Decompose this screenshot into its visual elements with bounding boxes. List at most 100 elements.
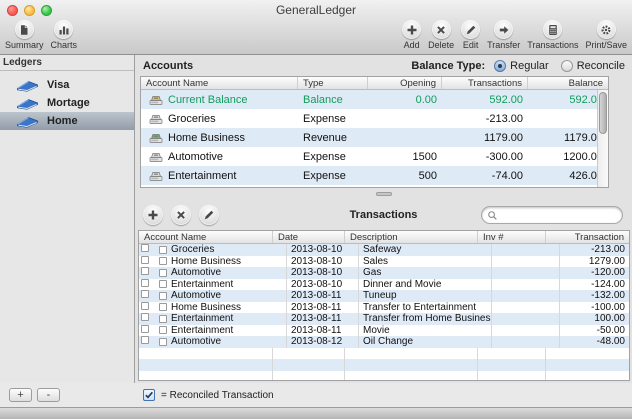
transaction-checkbox[interactable] <box>159 280 167 288</box>
accounts-column-header[interactable]: Account Name <box>141 77 298 89</box>
edit-transaction-button[interactable] <box>199 205 219 225</box>
toolbar-button-delete[interactable]: Delete <box>426 20 456 50</box>
transaction-empty-row <box>139 348 629 360</box>
toolbar-button-print-save[interactable]: Print/Save <box>583 20 629 50</box>
transaction-checkbox[interactable] <box>159 315 167 323</box>
transactions-table-header: Account NameDateDescriptionInv #Transact… <box>139 231 629 244</box>
toolbar-button-add[interactable]: Add <box>400 20 423 50</box>
accounts-table: Account NameTypeOpeningTransactionsBalan… <box>140 76 609 188</box>
transaction-account-text: Automotive <box>171 267 221 278</box>
toolbar-button-summary[interactable]: Summary <box>3 20 46 50</box>
account-row[interactable]: Current BalanceBalance0.00592.00592.00 <box>141 90 608 109</box>
radio-button-selected[interactable] <box>494 60 506 72</box>
calculator-icon <box>547 24 559 36</box>
titlebar: GeneralLedger <box>0 0 632 20</box>
transaction-row[interactable]: Entertainment2013-08-11Movie-50.00 <box>139 325 629 337</box>
sidebar-item-mortage[interactable]: Mortage <box>0 94 134 112</box>
toolbar-button-charts[interactable]: Charts <box>49 20 80 50</box>
account-cell: Groceries <box>153 244 287 256</box>
toolbar-button-label: Add <box>404 40 420 50</box>
toolbar-button-edit[interactable]: Edit <box>459 20 482 50</box>
date-cell: 2013-08-10 <box>287 244 359 256</box>
transaction-checkbox[interactable] <box>159 338 167 346</box>
sidebar-item-label: Mortage <box>47 97 90 109</box>
panel-splitter[interactable] <box>135 188 632 200</box>
transaction-row[interactable]: Automotive2013-08-11Tuneup-132.00 <box>139 290 629 302</box>
transaction-row[interactable]: Automotive2013-08-10Gas-120.00 <box>139 267 629 279</box>
transaction-checkbox[interactable] <box>141 279 149 287</box>
close-window-button[interactable] <box>7 5 18 16</box>
transaction-account-text: Automotive <box>171 290 221 301</box>
transaction-row[interactable]: Groceries2013-08-10Safeway-213.00 <box>139 244 629 256</box>
transaction-checkbox[interactable] <box>141 313 149 321</box>
search-field[interactable] <box>482 207 622 223</box>
transaction-row[interactable]: Home Business2013-08-11Transfer to Enter… <box>139 302 629 314</box>
account-cell: Entertainment <box>153 325 287 337</box>
sidebar-item-list: Visa Mortage Home <box>0 76 134 130</box>
transaction-checkbox[interactable] <box>141 267 149 275</box>
transaction-row[interactable]: Entertainment2013-08-11Transfer from Hom… <box>139 313 629 325</box>
transaction-row[interactable]: Entertainment2013-08-10Dinner and Movie-… <box>139 279 629 291</box>
transaction-account-text: Groceries <box>171 244 214 255</box>
accounts-scrollbar-thumb[interactable] <box>599 92 607 134</box>
date-cell: 2013-08-10 <box>287 256 359 268</box>
toolbar-button-label: Transactions <box>527 40 578 50</box>
sidebar-item-visa[interactable]: Visa <box>0 76 134 94</box>
amount-cell: -132.00 <box>560 290 629 302</box>
gear-icon <box>600 24 612 36</box>
transaction-row[interactable]: Automotive2013-08-12Oil Change-48.00 <box>139 336 629 348</box>
transactions-column-header[interactable]: Inv # <box>478 231 546 243</box>
account-row[interactable]: AutomotiveExpense1500-300.001200.00 <box>141 147 608 166</box>
transaction-checkbox[interactable] <box>159 292 167 300</box>
description-cell: Transfer from Home Business <box>359 313 492 325</box>
add-transaction-button[interactable] <box>143 205 163 225</box>
zoom-window-button[interactable] <box>41 5 52 16</box>
transaction-checkbox[interactable] <box>141 302 149 310</box>
toolbar-button-transfer[interactable]: Transfer <box>485 20 522 50</box>
account-register-icon <box>148 150 164 163</box>
transaction-checkbox[interactable] <box>159 303 167 311</box>
ledger-book-icon <box>16 97 40 110</box>
search-input[interactable] <box>501 209 617 222</box>
radio-button[interactable] <box>561 60 573 72</box>
splitter-grip-icon[interactable] <box>376 192 392 196</box>
delete-transaction-button[interactable] <box>171 205 191 225</box>
transactions-table-body: Groceries2013-08-10Safeway-213.00Home Bu… <box>139 244 629 380</box>
balance-type-option-reconcile[interactable]: Reconcile <box>561 60 625 72</box>
transactions-column-header[interactable]: Date <box>273 231 345 243</box>
transactions-column-header[interactable]: Description <box>345 231 478 243</box>
transaction-row[interactable]: Home Business2013-08-10Sales1279.00 <box>139 256 629 268</box>
transaction-checkbox[interactable] <box>159 326 167 334</box>
transaction-checkbox[interactable] <box>159 246 167 254</box>
remove-ledger-button[interactable]: - <box>37 388 60 402</box>
transaction-checkbox[interactable] <box>141 244 149 252</box>
minimize-window-button[interactable] <box>24 5 35 16</box>
transaction-checkbox[interactable] <box>159 269 167 277</box>
reconciled-checkbox[interactable] <box>143 389 155 401</box>
transactions-cell: 1179.00 <box>442 132 528 144</box>
transactions-column-header[interactable]: Transaction <box>546 231 629 243</box>
transaction-checkbox[interactable] <box>141 290 149 298</box>
account-name-text: Current Balance <box>168 94 248 106</box>
accounts-column-header[interactable]: Opening <box>368 77 442 89</box>
delete-x-icon <box>175 209 187 221</box>
transaction-checkbox[interactable] <box>141 325 149 333</box>
accounts-column-header[interactable]: Transactions <box>442 77 528 89</box>
transaction-checkbox[interactable] <box>141 336 149 344</box>
sidebar-item-home[interactable]: Home <box>0 112 134 130</box>
transaction-checkbox[interactable] <box>141 256 149 264</box>
account-row[interactable]: EntertainmentExpense500-74.00426.00 <box>141 166 608 185</box>
add-ledger-button[interactable]: + <box>9 388 32 402</box>
balance-cell: 1179.00 <box>528 132 608 144</box>
toolbar-button-transactions[interactable]: Transactions <box>525 20 580 50</box>
window-header: GeneralLedger SummaryCharts Add DeleteEdi… <box>0 0 632 55</box>
account-row[interactable]: Home BusinessRevenue1179.001179.00 <box>141 128 608 147</box>
transactions-column-header[interactable]: Account Name <box>139 231 273 243</box>
accounts-scrollbar[interactable] <box>597 90 608 187</box>
balance-type-option-regular[interactable]: Regular <box>494 60 549 72</box>
accounts-column-header[interactable]: Balance <box>528 77 608 89</box>
transaction-checkbox[interactable] <box>159 257 167 265</box>
transaction-account-text: Entertainment <box>171 325 233 336</box>
accounts-column-header[interactable]: Type <box>298 77 368 89</box>
account-row[interactable]: GroceriesExpense-213.000 <box>141 109 608 128</box>
